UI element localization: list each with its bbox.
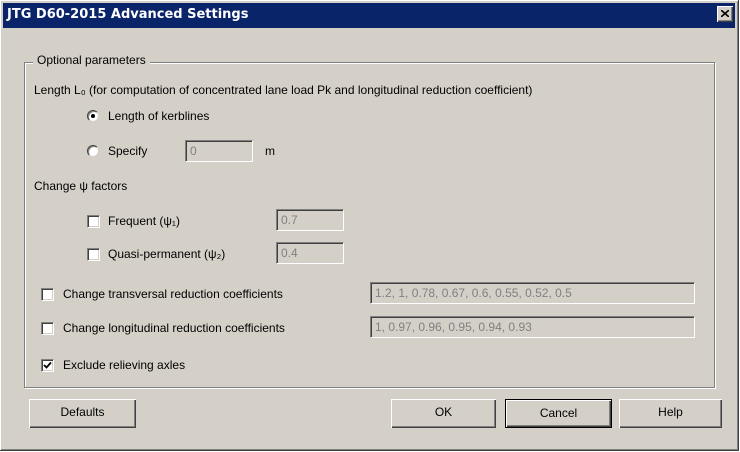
help-button[interactable]: Help <box>619 399 722 428</box>
checkbox-frequent[interactable] <box>87 215 100 228</box>
checkbox-quasi-permanent[interactable] <box>87 248 100 261</box>
quasi-permanent-label[interactable]: Quasi-permanent (ψ₂) <box>108 247 225 261</box>
checkbox-transversal[interactable] <box>41 288 54 301</box>
dialog-window: JTG D60-2015 Advanced Settings Optional … <box>0 0 739 451</box>
title-bar[interactable]: JTG D60-2015 Advanced Settings <box>3 3 735 28</box>
exclude-relieving-label[interactable]: Exclude relieving axles <box>63 358 185 372</box>
radio-label-specify[interactable]: Specify <box>108 144 147 158</box>
specify-unit: m <box>265 144 275 158</box>
ok-button[interactable]: OK <box>391 399 496 428</box>
radio-label-kerblines[interactable]: Length of kerblines <box>108 109 209 123</box>
close-icon <box>721 10 729 17</box>
checkmark-icon <box>43 361 52 369</box>
longitudinal-coefficients-field[interactable]: 1, 0.97, 0.96, 0.95, 0.94, 0.93 <box>370 316 695 338</box>
frequent-value-field[interactable]: 0.7 <box>276 209 344 231</box>
transversal-label[interactable]: Change transversal reduction coefficient… <box>63 287 283 301</box>
quasi-permanent-value-field[interactable]: 0.4 <box>276 242 344 264</box>
frequent-label[interactable]: Frequent (ψ₁) <box>108 214 180 228</box>
transversal-coefficients-field[interactable]: 1.2, 1, 0.78, 0.67, 0.6, 0.55, 0.52, 0.5 <box>370 282 695 304</box>
length-heading: Length L₀ (for computation of concentrat… <box>34 83 533 97</box>
radio-selected-dot <box>91 114 95 118</box>
radio-specify[interactable] <box>87 145 99 157</box>
radio-length-kerblines[interactable] <box>87 110 99 122</box>
close-button[interactable] <box>717 6 733 22</box>
cancel-button[interactable]: Cancel <box>505 399 612 428</box>
window-title: JTG D60-2015 Advanced Settings <box>7 7 249 22</box>
defaults-button[interactable]: Defaults <box>29 399 136 428</box>
psi-heading: Change ψ factors <box>34 179 128 193</box>
longitudinal-label[interactable]: Change longitudinal reduction coefficien… <box>63 321 285 335</box>
specify-length-field[interactable]: 0 <box>185 140 253 162</box>
group-legend: Optional parameters <box>33 53 150 67</box>
checkbox-longitudinal[interactable] <box>41 322 54 335</box>
checkbox-exclude-relieving[interactable] <box>41 359 54 372</box>
